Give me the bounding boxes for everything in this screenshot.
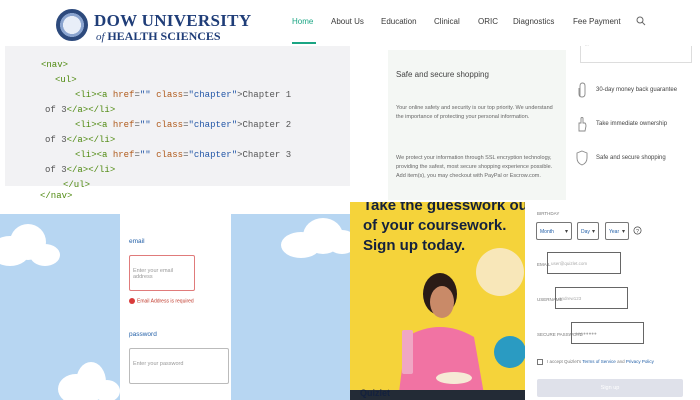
nav-education[interactable]: Education: [381, 17, 417, 26]
code-href-attr: href: [112, 90, 135, 100]
birthday-label: BIRTHDAY: [537, 211, 560, 216]
code-snippet: <nav> <ul> <li><a href="" class="chapter…: [5, 46, 350, 190]
ad-brand: Quizlet: [360, 388, 391, 398]
code-class-val: "chapter": [188, 120, 238, 130]
code-li-close: </a></li>: [66, 105, 116, 115]
nav-active-underline: [292, 42, 316, 44]
code-href-attr: href: [112, 150, 135, 160]
screenshot-collage: DOW UNIVERSITY of HEALTH SCIENCES Home A…: [0, 0, 700, 400]
sky-background-left: [0, 214, 120, 400]
code-class-attr: class: [156, 150, 184, 160]
privacy-link[interactable]: Privacy Policy: [626, 359, 654, 364]
email-error-text: Email Address is required: [137, 298, 194, 305]
code-link-text-cont: of 3: [45, 135, 67, 145]
code-li-close: </a></li>: [66, 135, 116, 145]
feature-label: 30-day money back guarantee: [596, 87, 678, 93]
password-signup-field[interactable]: ●●●●●●●●: [571, 322, 644, 344]
email-field[interactable]: Enter your email address: [129, 255, 195, 291]
ad-headline-line-3: Sign up today.: [363, 237, 466, 254]
code-href-val: "": [139, 90, 151, 100]
feature-secure: Safe and secure shopping: [574, 150, 700, 170]
code-li-open: <li>: [75, 150, 97, 160]
password-field[interactable]: Enter your password: [129, 348, 229, 384]
university-logo[interactable]: DOW UNIVERSITY of HEALTH SCIENCES: [56, 9, 251, 43]
code-ul-close: </ul>: [63, 180, 91, 190]
code-href-val: "": [139, 120, 151, 130]
code-href-val: "": [139, 150, 151, 160]
code-li-open: <li>: [75, 90, 97, 100]
error-icon: [129, 298, 135, 304]
code-link-text-cont: of 3: [45, 105, 67, 115]
code-link-text: Chapter 2: [242, 120, 292, 130]
code-li-close: </a></li>: [66, 165, 116, 175]
code-nav-open: <nav>: [41, 60, 69, 70]
code-link-text: Chapter 3: [242, 150, 292, 160]
svg-text:?: ?: [636, 229, 639, 235]
quizlet-ad[interactable]: Take the guesswork out of your coursewor…: [350, 202, 525, 400]
search-icon[interactable]: [636, 16, 646, 26]
sky-background-right: [231, 214, 357, 400]
secure-shopping-panel: Safe and secure shopping Your online saf…: [388, 50, 566, 200]
feature-label: Take immediate ownership: [596, 121, 668, 127]
code-class-attr: class: [156, 120, 184, 130]
shop-title: Safe and secure shopping: [396, 70, 489, 79]
signup-button[interactable]: Sign up: [537, 379, 683, 397]
shield-hand-icon: [576, 150, 588, 166]
code-link-text-cont: of 3: [45, 165, 67, 175]
feature-list: ... 30-day money back guarantee Take imm…: [566, 42, 700, 201]
shop-paragraph-2: We protect your information through SSL …: [396, 155, 553, 179]
code-link-text: Chapter 1: [242, 90, 292, 100]
password-label: password: [129, 331, 157, 338]
signup-form: BIRTHDAY Month Day Year ? EMAIL user@qui…: [525, 202, 700, 400]
code-class-val: "chapter": [188, 90, 238, 100]
feature-money-back: 30-day money back guarantee: [574, 82, 700, 102]
email-label: email: [129, 238, 145, 245]
nav-about-us[interactable]: About Us: [331, 17, 364, 26]
code-a-open: <a: [96, 90, 108, 100]
code-a-open: <a: [96, 120, 108, 130]
code-li-open: <li>: [75, 120, 97, 130]
year-select[interactable]: Year: [605, 222, 629, 240]
code-nav-close: </nav>: [40, 191, 73, 201]
month-select[interactable]: Month: [536, 222, 572, 240]
nav-fee-payment[interactable]: Fee Payment: [573, 17, 621, 26]
ad-headline-line-2: of your coursework.: [363, 217, 507, 234]
nav-clinical[interactable]: Clinical: [434, 17, 460, 26]
day-select[interactable]: Day: [577, 222, 599, 240]
ad-headline-line-1: Take the guesswork out: [363, 202, 525, 214]
code-class-attr: class: [156, 90, 184, 100]
logo-line-1: DOW UNIVERSITY: [94, 11, 252, 30]
paperclip-icon: [578, 82, 586, 98]
terms-link[interactable]: Terms of Service: [582, 359, 616, 364]
logo-line-2: HEALTH SCIENCES: [107, 29, 221, 43]
nav-oric[interactable]: ORIC: [478, 17, 498, 26]
help-icon[interactable]: ?: [633, 226, 642, 235]
university-seal-icon: [56, 9, 88, 41]
code-a-open: <a: [96, 150, 108, 160]
code-ul-open: <ul>: [55, 75, 77, 85]
username-field[interactable]: andrew123: [555, 287, 628, 309]
cloud: [30, 244, 60, 266]
shop-paragraph-1: Your online safety and security is our t…: [396, 105, 553, 120]
email-signup-field[interactable]: user@quizlet.com: [547, 252, 621, 274]
site-header: DOW UNIVERSITY of HEALTH SCIENCES Home A…: [0, 0, 700, 46]
nav-diagnostics[interactable]: Diagnostics: [513, 17, 554, 26]
hand-icon: [578, 117, 587, 132]
terms-and: and: [617, 359, 625, 364]
logo-of: of: [96, 31, 105, 43]
terms-prefix: I accept Quizlet's: [547, 359, 582, 364]
nav-home[interactable]: Home: [292, 17, 313, 26]
code-class-val: "chapter": [188, 150, 238, 160]
email-error: Email Address is required: [129, 298, 194, 304]
terms-checkbox[interactable]: [537, 359, 543, 365]
login-form: email Enter your email address Email Add…: [120, 214, 231, 400]
feature-label: Safe and secure shopping: [596, 155, 666, 161]
feature-top-text: ...: [585, 42, 589, 47]
feature-top-box: ...: [580, 42, 692, 63]
feature-ownership: Take immediate ownership: [574, 116, 700, 136]
code-href-attr: href: [112, 120, 135, 130]
cloud: [94, 380, 120, 400]
